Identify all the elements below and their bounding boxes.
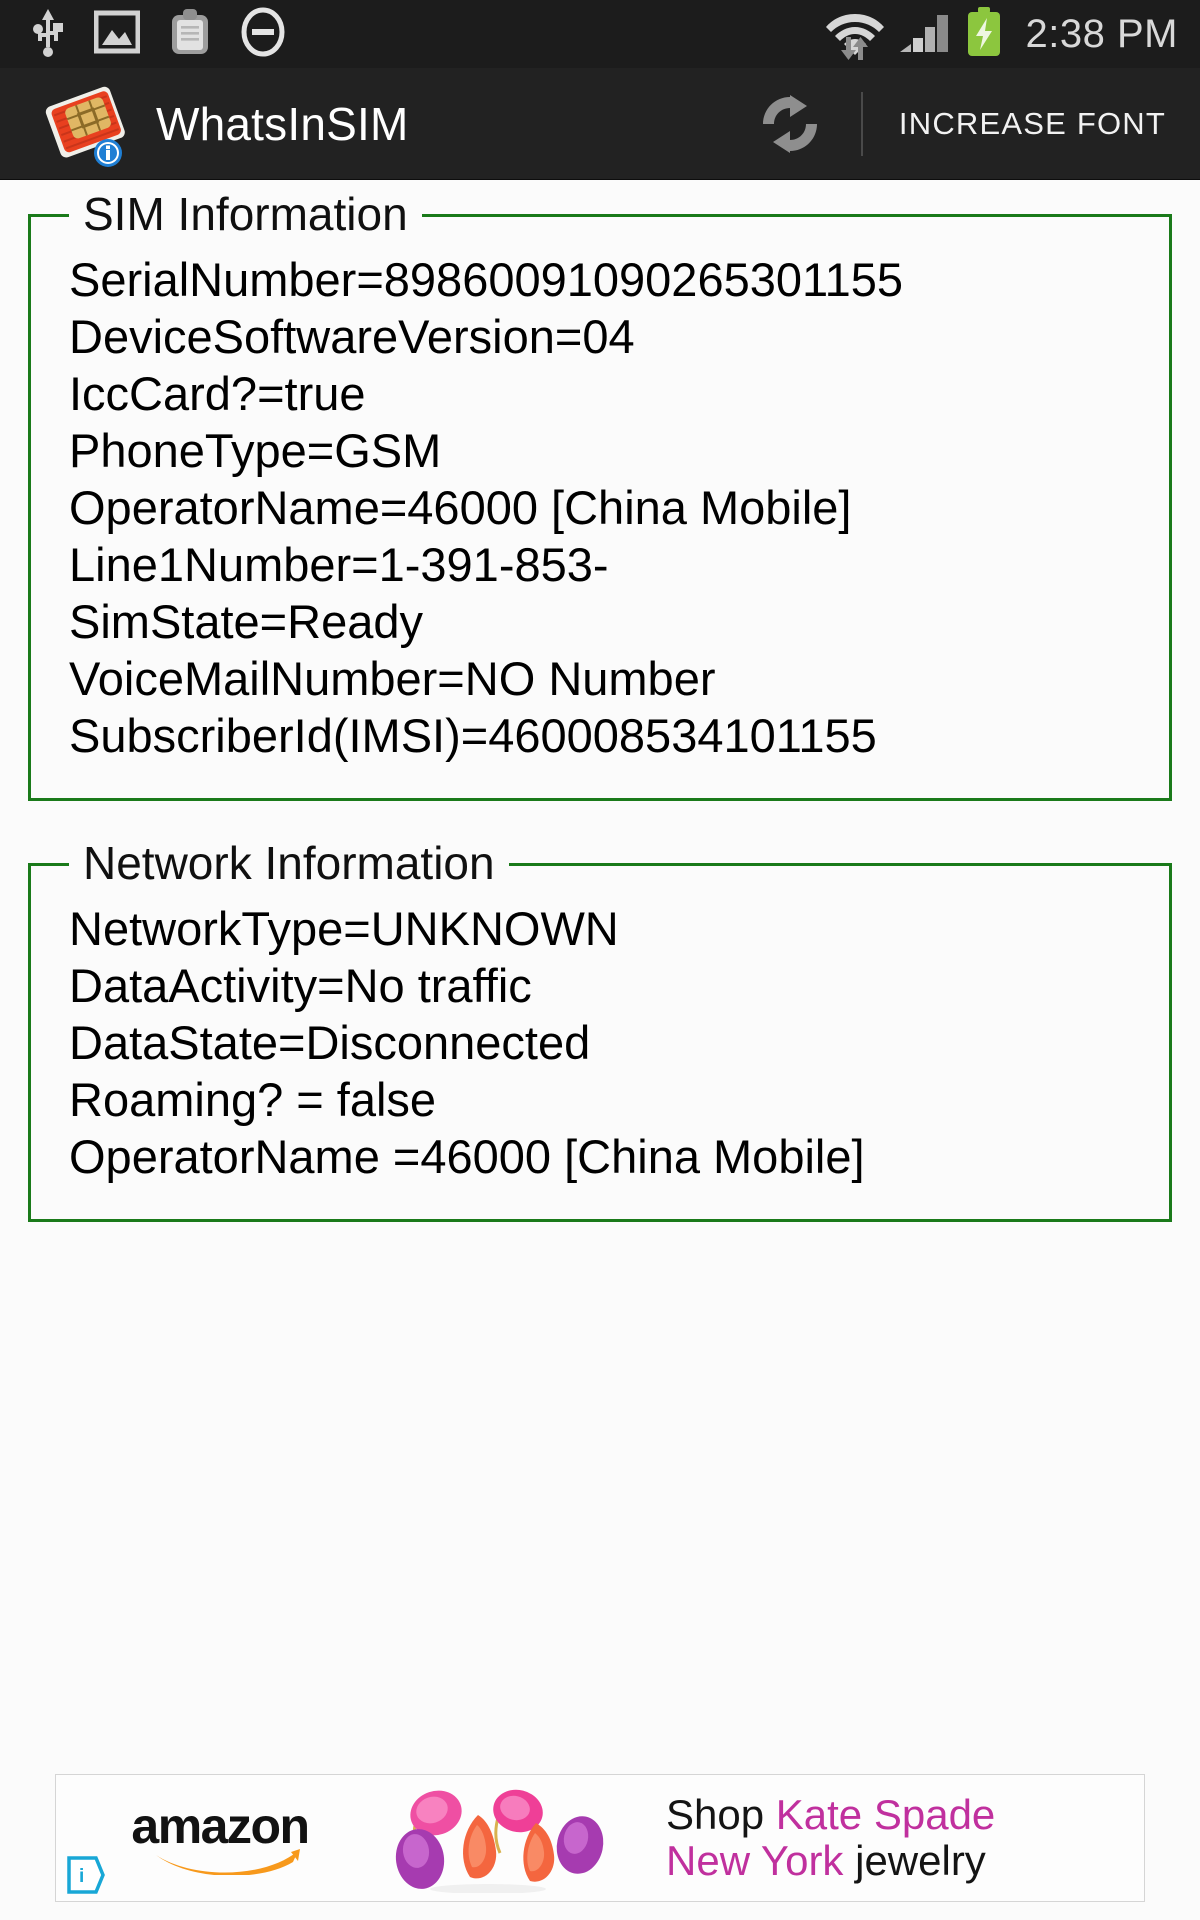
app-title: WhatsInSIM: [156, 97, 409, 150]
ad-headline-line-2: New York jewelry: [666, 1840, 995, 1882]
info-line: VoiceMailNumber=NO Number: [69, 652, 716, 705]
refresh-icon[interactable]: [747, 81, 833, 167]
info-line: DataState=Disconnected: [69, 1016, 591, 1069]
info-line: OperatorName =46000 [China Mobile]: [69, 1130, 865, 1183]
status-bar: 2:38 PM: [0, 0, 1200, 68]
status-bar-clock: 2:38 PM: [1025, 11, 1178, 56]
ad-shop-text: Shop: [666, 1791, 776, 1838]
ad-copy: Shop Kate Spade New York jewelry: [666, 1794, 995, 1882]
network-information-section: Network Information NetworkType=UNKNOWN …: [28, 834, 1172, 1222]
screenshot-image-icon: [93, 10, 141, 59]
jewelry-earrings-icon: [395, 1789, 604, 1893]
info-line: DataActivity=No traffic: [69, 959, 532, 1012]
svg-text:i: i: [79, 1866, 84, 1887]
sim-information-lines: SerialNumber=89860091090265301155 Device…: [31, 251, 1169, 764]
sim-card-info-icon: [38, 81, 134, 167]
ad-brand-kate-spade: Kate Spade: [775, 1791, 996, 1838]
do-not-disturb-icon: [240, 7, 286, 62]
network-information-legend: Network Information: [69, 834, 509, 892]
ad-headline-line-1: Shop Kate Spade: [666, 1794, 995, 1836]
increase-font-button[interactable]: INCREASE FONT: [863, 106, 1200, 142]
info-line: Line1Number=1-391-853-: [69, 538, 609, 591]
info-line: DeviceSoftwareVersion=04: [69, 310, 635, 363]
ad-brand-new-york: New York: [666, 1837, 856, 1884]
amazon-wordmark: amazon: [131, 1798, 310, 1854]
info-line: PhoneType=GSM: [69, 424, 442, 477]
info-line: OperatorName=46000 [China Mobile]: [69, 481, 852, 534]
info-line: SubscriberId(IMSI)=460008534101155: [69, 709, 877, 762]
sim-information-section: SIM Information SerialNumber=89860091090…: [28, 185, 1172, 801]
action-bar: WhatsInSIM INCREASE FONT: [0, 68, 1200, 180]
ad-jewelry-text: jewelry: [855, 1837, 986, 1884]
battery-charging-icon: [964, 6, 1004, 63]
usb-icon: [30, 7, 66, 62]
amazon-logo: amazon: [100, 1801, 340, 1875]
clipboard-icon: [168, 8, 212, 61]
cellular-signal-icon: [898, 8, 952, 61]
info-line: SerialNumber=89860091090265301155: [69, 253, 904, 306]
amazon-smile-icon: [156, 1849, 300, 1875]
sim-information-legend: SIM Information: [69, 185, 422, 243]
info-line: Roaming? = false: [69, 1073, 437, 1126]
status-bar-left-icons: [30, 7, 286, 62]
content-area: SIM Information SerialNumber=89860091090…: [0, 185, 1200, 1222]
info-line: NetworkType=UNKNOWN: [69, 902, 619, 955]
info-line: SimState=Ready: [69, 595, 423, 648]
network-information-lines: NetworkType=UNKNOWN DataActivity=No traf…: [31, 900, 1169, 1185]
ad-banner-container: i amazon Shop Kate Spade New York jewelr…: [0, 1774, 1200, 1902]
info-line: IccCard?=true: [69, 367, 366, 420]
status-bar-right-icons: 2:38 PM: [824, 4, 1186, 65]
wifi-transfer-icon: [824, 4, 886, 65]
amazon-ad-banner[interactable]: i amazon Shop Kate Spade New York jewelr…: [55, 1774, 1145, 1902]
app-screen: 2:38 PM WhatsInSIM INCREASE FONT SIM Inf…: [0, 0, 1200, 1920]
